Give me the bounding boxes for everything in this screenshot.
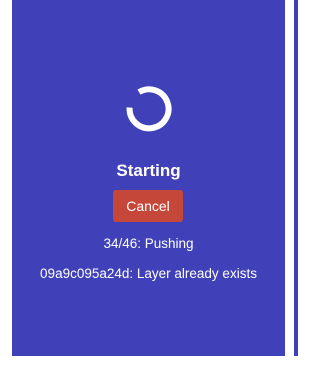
- layer-status-text: 09a9c095a24d: Layer already exists: [40, 266, 257, 281]
- status-title: Starting: [116, 161, 181, 180]
- push-progress-panel: Starting Cancel 34/46: Pushing 09a9c095a…: [12, 0, 285, 356]
- cancel-button[interactable]: Cancel: [113, 190, 183, 222]
- adjacent-panel-edge: [294, 0, 298, 356]
- progress-text: 34/46: Pushing: [103, 236, 194, 251]
- loading-spinner-icon: [126, 86, 172, 132]
